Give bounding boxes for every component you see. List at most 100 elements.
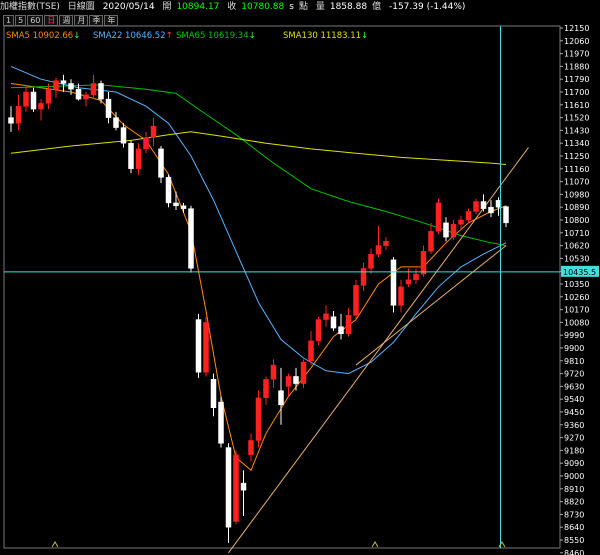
candle: [143, 131, 149, 154]
candle-body: [353, 285, 359, 316]
candle-body: [38, 103, 44, 110]
candle: [435, 198, 442, 235]
candle-body: [240, 482, 247, 491]
candle: [323, 305, 329, 327]
candle-body: [330, 316, 337, 329]
candle: [195, 313, 202, 378]
candle: [203, 316, 209, 377]
y-tick-label: 11610: [564, 101, 589, 110]
candle-body: [450, 224, 457, 238]
candle: [270, 359, 277, 388]
candle: [90, 74, 97, 100]
y-tick-label: 11880: [564, 62, 589, 71]
y-tick-label: 9630: [564, 382, 584, 391]
candle: [443, 217, 449, 242]
candle: [180, 202, 187, 213]
candle-body: [113, 117, 119, 128]
candle-body: [293, 376, 299, 384]
candle: [360, 262, 367, 292]
y-tick-label: 11340: [564, 139, 589, 148]
y-tick-label: 11970: [564, 50, 589, 59]
candle-body: [398, 286, 404, 306]
candle: [450, 220, 457, 240]
candle-body: [503, 206, 509, 224]
y-tick-label: 10350: [564, 280, 589, 289]
candle: [465, 208, 472, 223]
candle-body: [428, 231, 434, 252]
candle: [158, 146, 164, 184]
y-tick-label: 10710: [564, 229, 589, 238]
candle-body: [135, 148, 142, 170]
candle-body: [435, 202, 442, 232]
candle: [188, 205, 194, 273]
y-tick-label: 10530: [564, 254, 589, 263]
candle-body: [443, 222, 449, 238]
candle: [345, 308, 352, 337]
candle-body: [375, 245, 382, 255]
candle: [8, 106, 14, 132]
candle: [60, 74, 67, 92]
candle: [383, 237, 389, 250]
y-tick-label: 10620: [564, 242, 589, 251]
candle-body: [30, 91, 37, 110]
candle: [278, 367, 284, 425]
y-tick-label: 9000: [564, 472, 584, 481]
candle: [405, 268, 412, 287]
candle-body: [458, 219, 464, 225]
y-tick-label: 9990: [564, 331, 584, 340]
candle-body: [173, 202, 179, 207]
candle-body: [15, 105, 22, 124]
candle-body: [53, 80, 59, 90]
candle: [45, 83, 52, 110]
candle-body: [278, 390, 284, 406]
candle: [390, 256, 397, 313]
y-tick-label: 12060: [564, 37, 589, 46]
candle: [210, 373, 217, 417]
candle: [503, 205, 509, 228]
candle: [135, 143, 142, 175]
candle: [23, 84, 29, 112]
candle-body: [98, 83, 104, 100]
y-tick-label: 8730: [564, 510, 584, 519]
candle: [428, 222, 434, 255]
candle-body: [488, 206, 494, 214]
candle-body: [188, 208, 194, 269]
candle: [30, 87, 37, 112]
candle-body: [270, 364, 277, 380]
candle-body: [195, 319, 202, 373]
candle: [218, 396, 224, 448]
candle: [83, 92, 89, 107]
candle: [263, 376, 269, 405]
candle-body: [323, 313, 329, 320]
legend-sma22: SMA22 10646.52↑: [93, 31, 173, 41]
y-tick-label: 10800: [564, 216, 589, 225]
sma65-line: [10, 84, 507, 247]
y-tick-label: 8550: [564, 536, 584, 545]
candle-body: [210, 379, 217, 408]
y-tick-label: 11520: [564, 114, 589, 123]
candle: [165, 174, 172, 208]
candle: [353, 279, 359, 320]
candlestick-chart[interactable]: 12150 12060 11970 11880 11790 11700 11610 11520…: [0, 0, 600, 555]
candle-body: [345, 315, 352, 335]
candle: [255, 390, 262, 448]
y-tick-label: 9090: [564, 459, 584, 468]
candle: [15, 94, 22, 131]
legend-arrow: ↑: [166, 31, 173, 41]
candle-body: [68, 83, 74, 90]
candle-body: [105, 98, 112, 118]
candle-body: [150, 125, 157, 138]
candle: [375, 225, 382, 257]
candle: [233, 450, 239, 525]
candle: [150, 117, 157, 147]
candle-body: [465, 211, 472, 221]
candle-body: [233, 454, 239, 522]
candle-body: [405, 279, 412, 285]
y-tick-label: 10170: [564, 306, 589, 315]
candle-body: [308, 340, 314, 362]
y-tick-label: 8910: [564, 485, 584, 494]
candle-body: [248, 440, 254, 455]
current-price-tag: 10435.5: [563, 268, 596, 277]
candle: [248, 433, 254, 462]
candle-body: [180, 205, 187, 209]
